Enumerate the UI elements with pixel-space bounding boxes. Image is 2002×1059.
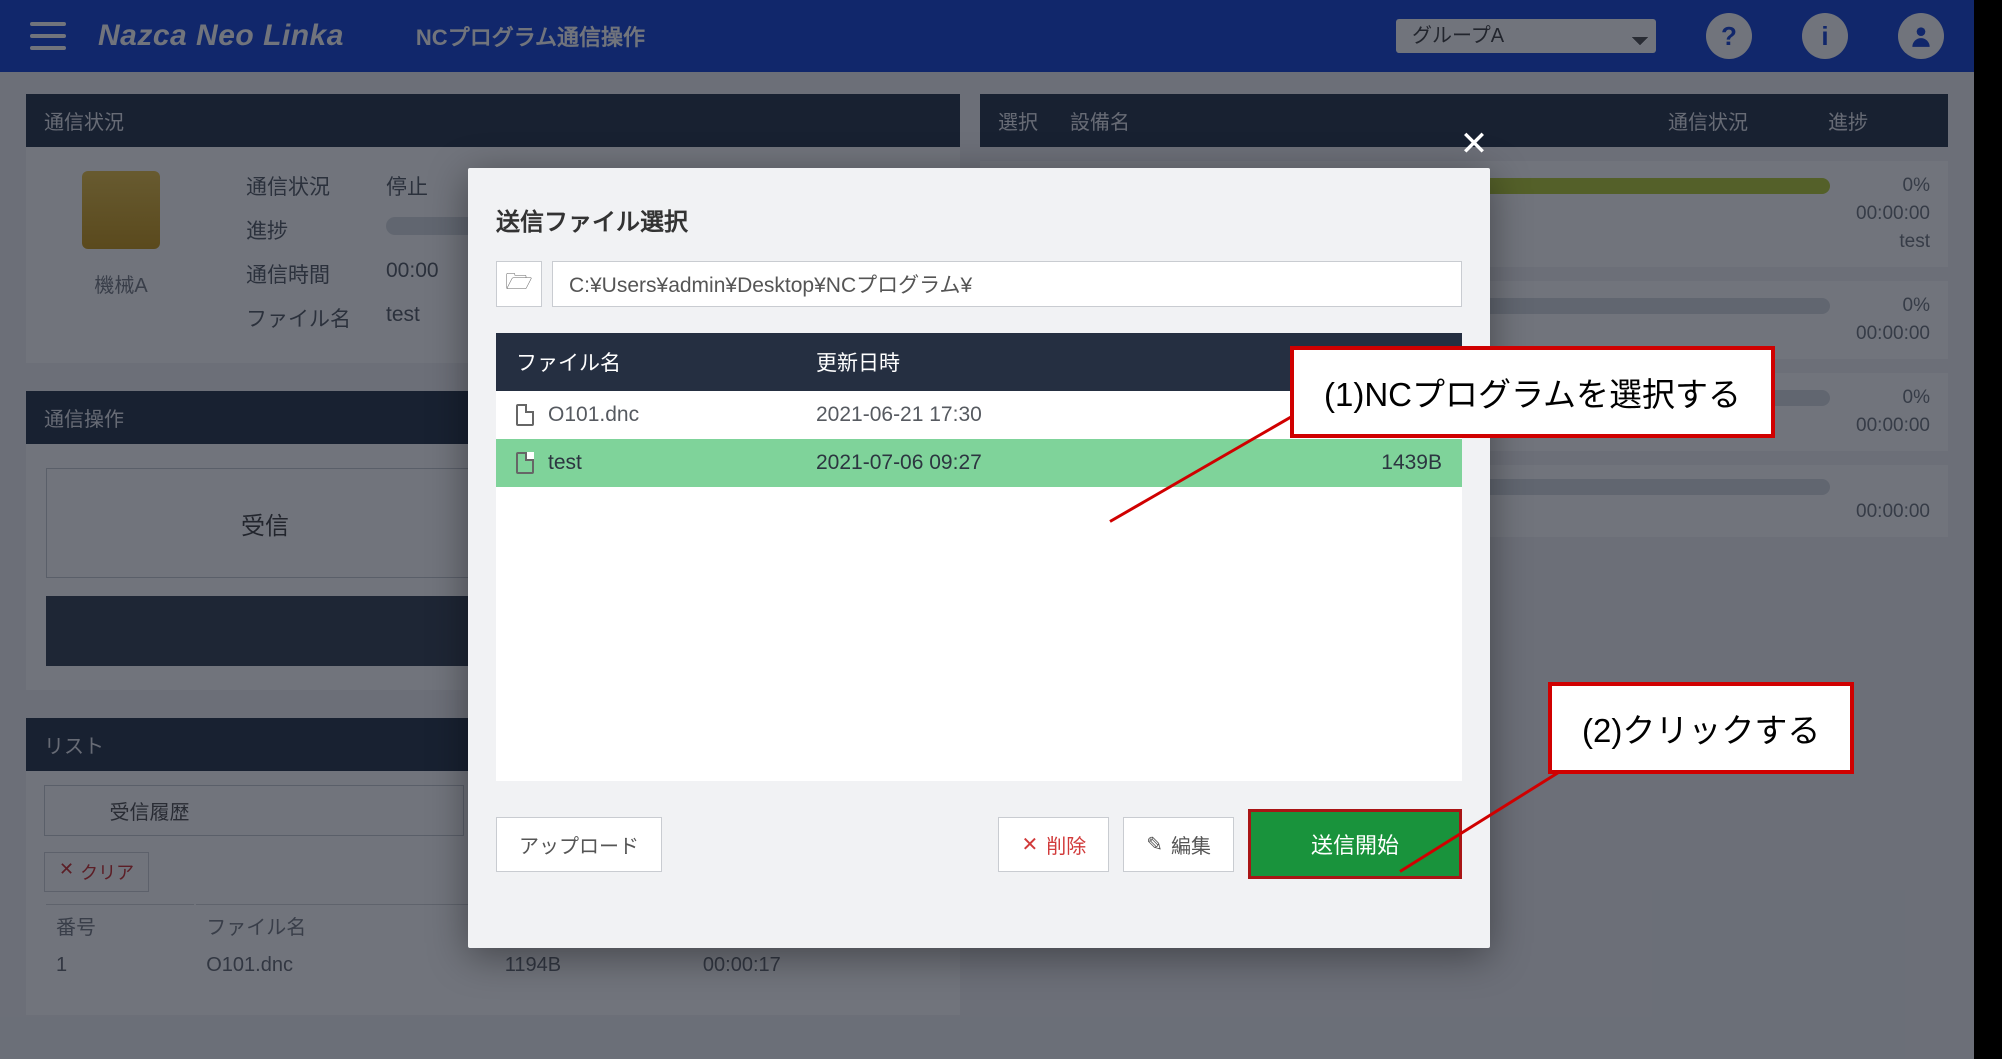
- folder-icon[interactable]: 🗁: [496, 261, 542, 307]
- x-icon: ✕: [1021, 832, 1038, 857]
- modal-title: 送信ファイル選択: [496, 202, 1462, 237]
- callout-2: (2)クリックする: [1548, 682, 1854, 774]
- file-row-selected[interactable]: test 2021-07-06 09:27 1439B: [496, 439, 1462, 487]
- delete-button[interactable]: ✕ 削除: [998, 817, 1109, 872]
- edit-button[interactable]: ✎ 編集: [1123, 817, 1234, 872]
- path-input[interactable]: [552, 261, 1462, 307]
- file-list: O101.dnc 2021-06-21 17:30 1194B test 202…: [496, 391, 1462, 781]
- callout-1: (1)NCプログラムを選択する: [1290, 346, 1775, 438]
- send-start-button[interactable]: 送信開始: [1248, 809, 1462, 879]
- close-icon[interactable]: ✕: [1452, 124, 1496, 164]
- pencil-icon: ✎: [1146, 832, 1163, 857]
- file-icon: [516, 404, 534, 426]
- upload-button[interactable]: アップロード: [496, 817, 662, 872]
- file-icon: [516, 452, 534, 474]
- send-file-modal: ✕ 送信ファイル選択 🗁 ファイル名 更新日時 O101.dnc 2021-06…: [468, 168, 1490, 948]
